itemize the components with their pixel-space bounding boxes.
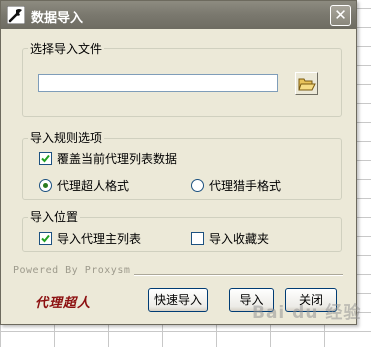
format-radio-hunter-label: 代理猎手格式: [209, 179, 282, 193]
format-radio-hunter[interactable]: [191, 179, 204, 192]
window-close-button[interactable]: ✕: [330, 5, 351, 26]
file-path-input[interactable]: [38, 74, 278, 92]
format-radio-hunter-row[interactable]: 代理猎手格式: [191, 177, 281, 194]
overwrite-label: 覆盖当前代理列表数据: [57, 152, 178, 166]
wrench-icon: [7, 6, 25, 24]
favorites-checkbox-row[interactable]: 导入收藏夹: [191, 230, 269, 247]
overwrite-checkbox[interactable]: [39, 152, 52, 165]
open-folder-icon: [298, 78, 316, 91]
main-list-checkbox-row[interactable]: 导入代理主列表: [39, 230, 141, 247]
quick-import-button[interactable]: 快速导入: [148, 288, 208, 312]
checkmark-icon: [41, 234, 50, 243]
favorites-checkbox[interactable]: [191, 232, 204, 245]
import-dialog: 数据导入 ✕ 选择导入文件 导入规则选项 覆盖当前代理列表数据 代理超人格式 代…: [0, 0, 357, 325]
title-bar[interactable]: 数据导入 ✕: [1, 1, 356, 29]
browse-file-button[interactable]: [295, 72, 318, 95]
main-list-label: 导入代理主列表: [57, 232, 142, 246]
checkmark-icon: [41, 154, 50, 163]
window-title: 数据导入: [31, 11, 84, 26]
powered-by-text: Powered By Proxysm: [13, 265, 135, 276]
main-list-checkbox[interactable]: [39, 232, 52, 245]
brand-logo: 代理超人: [35, 296, 92, 311]
file-select-legend: 选择导入文件: [28, 40, 105, 57]
import-rules-legend: 导入规则选项: [28, 129, 105, 146]
baidu-watermark: Bai du 经验: [252, 303, 362, 323]
format-radio-proxysm-label: 代理超人格式: [57, 179, 130, 193]
format-radio-proxysm-row[interactable]: 代理超人格式: [39, 177, 129, 194]
format-radio-proxysm[interactable]: [39, 179, 52, 192]
overwrite-checkbox-row[interactable]: 覆盖当前代理列表数据: [39, 150, 177, 167]
import-location-legend: 导入位置: [28, 208, 81, 225]
favorites-label: 导入收藏夹: [209, 232, 270, 246]
